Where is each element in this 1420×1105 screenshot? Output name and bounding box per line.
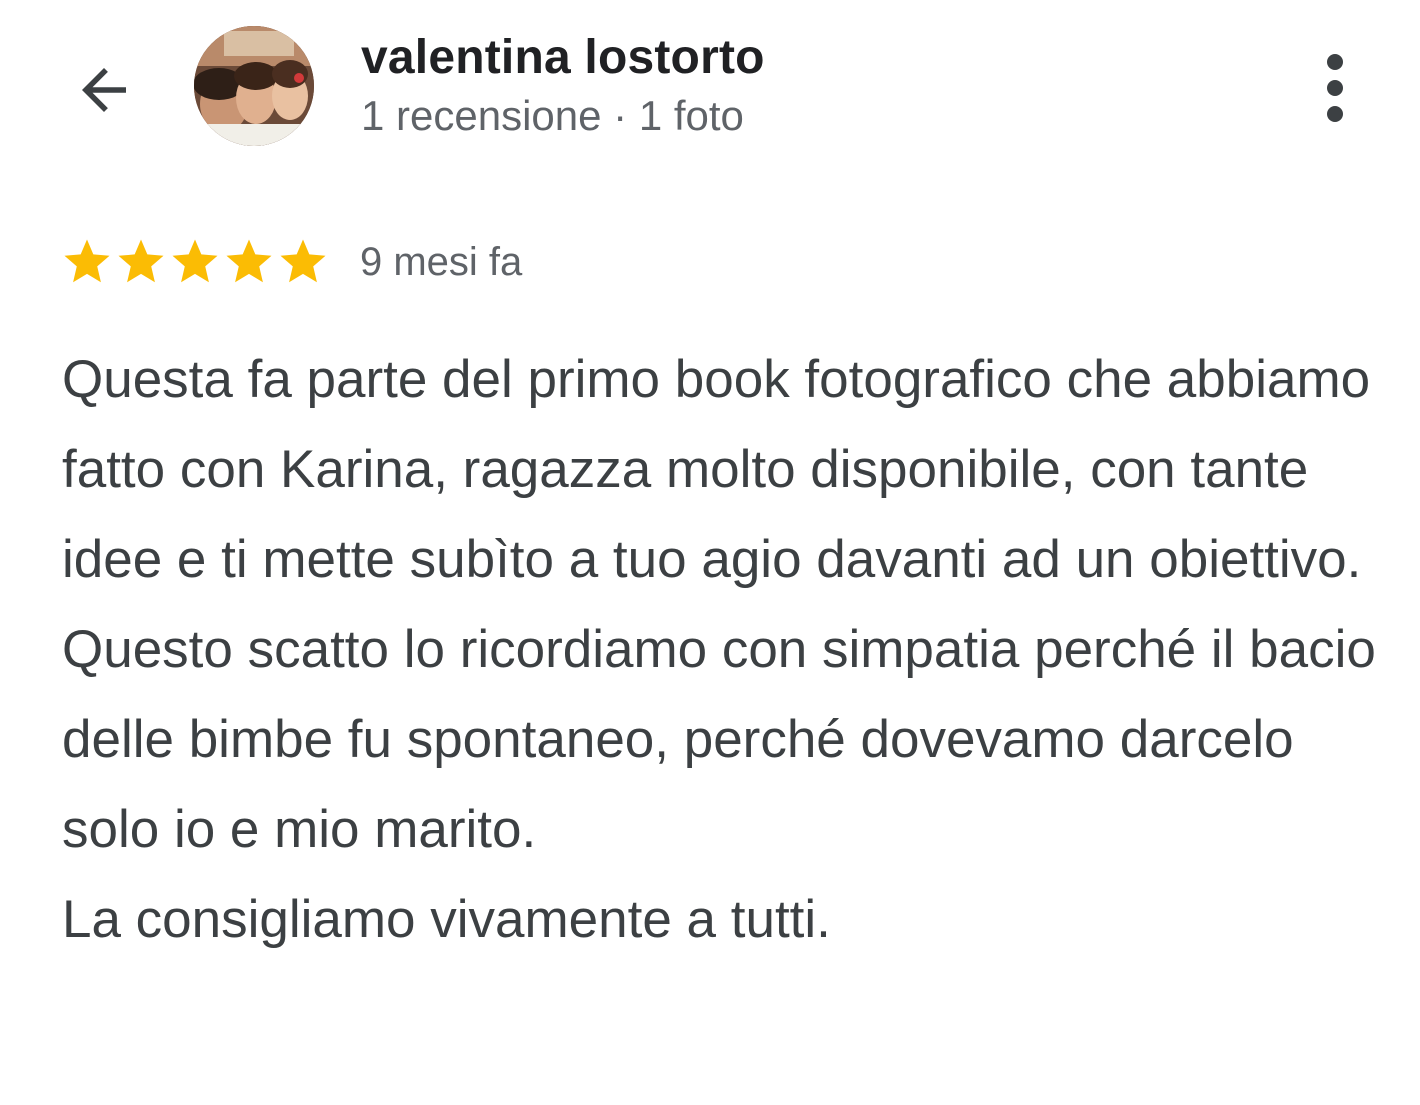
review-header: valentina lostorto 1 recensione · 1 foto xyxy=(0,0,1420,175)
arrow-back-icon xyxy=(82,68,126,112)
star-icon xyxy=(226,239,272,283)
user-name[interactable]: valentina lostorto xyxy=(361,30,765,85)
more-vert-icon xyxy=(1327,54,1343,122)
user-stats: 1 recensione · 1 foto xyxy=(361,92,744,139)
review-time: 9 mesi fa xyxy=(360,239,523,284)
review-paragraph: La consigliamo vivamente a tutti. xyxy=(62,890,831,949)
review-paragraph: Questa fa parte del primo book fotografi… xyxy=(62,350,1376,859)
avatar-photo xyxy=(194,26,314,146)
star-icon xyxy=(172,239,218,283)
avatar[interactable] xyxy=(194,26,314,146)
star-icon xyxy=(64,239,110,283)
star-icon xyxy=(118,239,164,283)
review-text: Questa fa parte del primo book fotografi… xyxy=(62,335,1382,965)
rating-row: 9 mesi fa xyxy=(60,232,522,292)
back-button[interactable] xyxy=(62,48,146,132)
more-options-button[interactable] xyxy=(1300,46,1370,130)
star-rating xyxy=(60,235,330,289)
star-icon xyxy=(280,239,326,283)
